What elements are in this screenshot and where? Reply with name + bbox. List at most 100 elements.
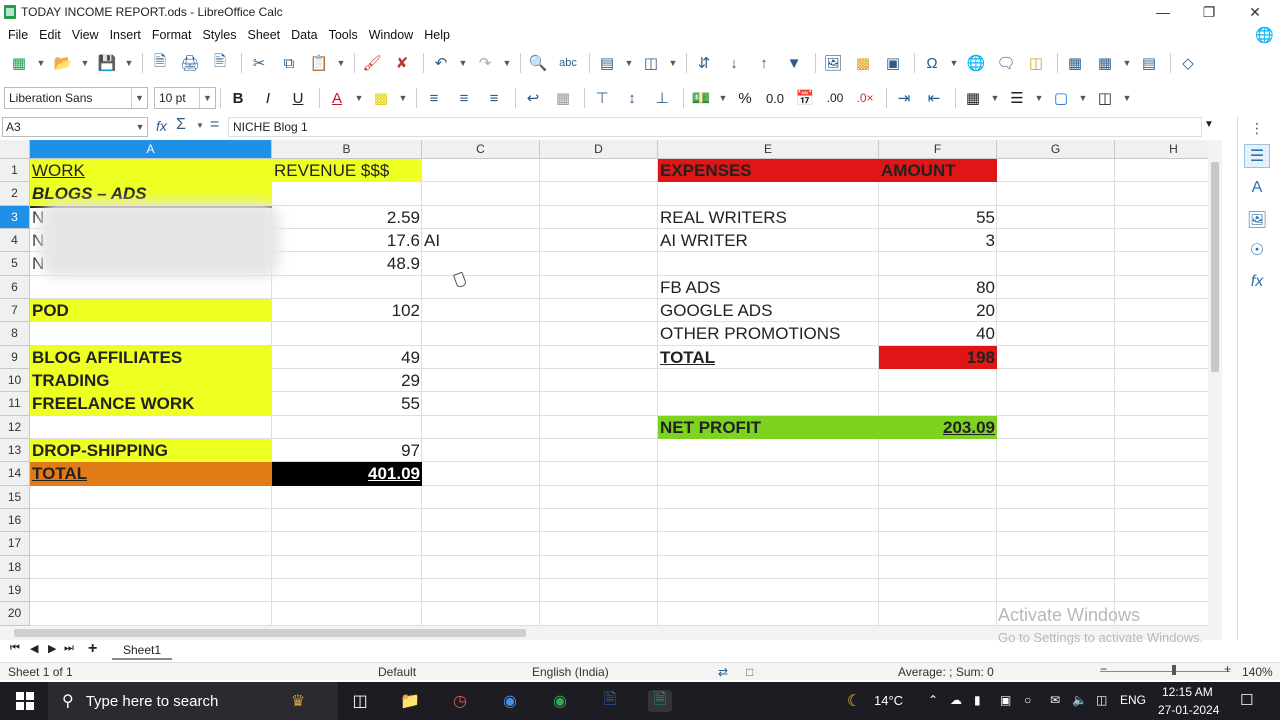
row-header-2[interactable]: 2 xyxy=(0,182,30,206)
conditional-format-dropdown-icon[interactable]: ▼ xyxy=(1122,86,1132,110)
cell-f3[interactable]: 55 xyxy=(879,206,997,229)
row-header-13[interactable]: 13 xyxy=(0,438,30,463)
font-color-dropdown-icon[interactable]: ▼ xyxy=(354,86,364,110)
menu-file[interactable]: File xyxy=(4,28,35,42)
column-icon[interactable]: ◫ xyxy=(638,51,664,75)
horizontal-scroll-thumb[interactable] xyxy=(14,629,526,637)
border-style-dropdown-icon[interactable]: ▼ xyxy=(1034,86,1044,110)
menu-edit[interactable]: Edit xyxy=(35,28,68,42)
cell-e3[interactable]: REAL WRITERS xyxy=(658,206,879,229)
background-color-dropdown-icon[interactable]: ▼ xyxy=(398,86,408,110)
row-header-11[interactable]: 11 xyxy=(0,392,30,416)
cell-b3[interactable]: 2.59 xyxy=(272,206,422,229)
task-view-icon[interactable]: ◫ xyxy=(348,690,372,712)
expand-formula-bar-icon[interactable]: ▼ xyxy=(1204,119,1214,130)
redo-dropdown-icon[interactable]: ▼ xyxy=(502,51,512,75)
chevron-down-icon[interactable]: ▼ xyxy=(131,88,147,108)
split-window-icon[interactable]: ▤ xyxy=(1136,51,1162,75)
row-header-9[interactable]: 9 xyxy=(0,345,30,369)
new-dropdown-icon[interactable]: ▼ xyxy=(36,51,46,75)
clone-formatting-icon[interactable]: 🖌 xyxy=(359,51,385,75)
print-icon[interactable]: 🖨 xyxy=(177,51,203,75)
minimize-button[interactable]: — xyxy=(1140,0,1186,24)
cell-f6[interactable]: 80 xyxy=(879,276,997,299)
pivot-table-icon[interactable]: ▣ xyxy=(880,51,906,75)
conditional-format-icon[interactable]: ◫ xyxy=(1092,86,1118,110)
sum-icon[interactable]: Σ xyxy=(176,116,186,134)
restore-button[interactable]: ❐ xyxy=(1186,0,1232,24)
properties-icon[interactable]: ☰ xyxy=(1244,144,1270,168)
column-header-e[interactable]: E xyxy=(658,140,879,159)
open-dropdown-icon[interactable]: ▼ xyxy=(80,51,90,75)
cell-e7[interactable]: GOOGLE ADS xyxy=(658,299,879,322)
speaker-icon[interactable]: 🔈 xyxy=(1072,693,1087,707)
redo-icon[interactable]: ↷ xyxy=(472,51,498,75)
row-header-6[interactable]: 6 xyxy=(0,275,30,299)
row-header-12[interactable]: 12 xyxy=(0,415,30,439)
language[interactable]: English (India) xyxy=(532,665,609,679)
cell-b7[interactable]: 102 xyxy=(272,299,422,322)
special-character-dropdown-icon[interactable]: ▼ xyxy=(949,51,959,75)
search-highlight-icon[interactable]: ♛ xyxy=(268,690,328,712)
cell-b5[interactable]: 48.9 xyxy=(272,252,422,275)
row-header-4[interactable]: 4 xyxy=(0,228,30,253)
cut-icon[interactable]: ✂ xyxy=(246,51,272,75)
previous-sheet-icon[interactable]: ◀ xyxy=(30,642,38,655)
cell-b11[interactable]: 55 xyxy=(272,392,422,415)
export-pdf-icon[interactable]: 🗎 xyxy=(147,51,173,75)
insert-chart-icon[interactable]: ▩ xyxy=(850,51,876,75)
cell-f12[interactable]: 203.09 xyxy=(879,416,997,439)
column-header-b[interactable]: B xyxy=(272,140,422,159)
menu-tools[interactable]: Tools xyxy=(325,28,365,42)
cell-f7[interactable]: 20 xyxy=(879,299,997,322)
cell-f4[interactable]: 3 xyxy=(879,229,997,252)
language-indicator[interactable]: ENG xyxy=(1120,693,1146,707)
column-dropdown-icon[interactable]: ▼ xyxy=(668,51,678,75)
gallery-icon[interactable]: 🖼 xyxy=(1244,208,1270,232)
menu-view[interactable]: View xyxy=(68,28,106,42)
define-print-area-icon[interactable]: ▦ xyxy=(1062,51,1088,75)
zoom-slider[interactable] xyxy=(1100,671,1230,672)
calc-taskbar-icon[interactable]: 🗎 xyxy=(648,690,672,712)
currency-format-icon[interactable]: 💵 xyxy=(688,86,714,110)
chevron-down-icon[interactable]: ▼ xyxy=(133,118,147,136)
open-icon[interactable]: 📂 xyxy=(50,51,76,75)
sheet-tab-active[interactable]: Sheet1 xyxy=(112,640,172,660)
selection-mode-icon[interactable]: ⇄ xyxy=(718,665,728,679)
menu-format[interactable]: Format xyxy=(148,28,199,42)
zoom-out-icon[interactable]: − xyxy=(1100,662,1107,676)
weather-temperature[interactable]: 14°C xyxy=(874,693,903,708)
chrome-icon[interactable]: ◉ xyxy=(548,690,572,712)
paste-dropdown-icon[interactable]: ▼ xyxy=(336,51,346,75)
bold-icon[interactable]: B xyxy=(225,86,251,110)
new-icon[interactable]: ▦ xyxy=(6,51,32,75)
clock-date[interactable]: 27-01-2024 xyxy=(1158,703,1219,717)
row-header-7[interactable]: 7 xyxy=(0,298,30,323)
cell-a13[interactable]: DROP-SHIPPING xyxy=(30,439,272,462)
globe-icon[interactable]: 🌐 xyxy=(1255,26,1274,44)
insert-image-icon[interactable]: 🖼 xyxy=(820,51,846,75)
save-icon[interactable]: 💾 xyxy=(94,51,120,75)
functions-icon[interactable]: fx xyxy=(1244,270,1270,294)
select-all-corner[interactable] xyxy=(0,140,30,159)
borders-icon[interactable]: ▦ xyxy=(960,86,986,110)
copy-icon[interactable]: ⧉ xyxy=(276,51,302,75)
align-center-icon[interactable]: ≡ xyxy=(451,86,477,110)
decrease-indent-icon[interactable]: ⇤ xyxy=(921,86,947,110)
column-header-d[interactable]: D xyxy=(540,140,658,159)
borders-dropdown-icon[interactable]: ▼ xyxy=(990,86,1000,110)
menu-sheet[interactable]: Sheet xyxy=(243,28,287,42)
cell-a10[interactable]: TRADING xyxy=(30,369,272,392)
undo-dropdown-icon[interactable]: ▼ xyxy=(458,51,468,75)
wrap-text-icon[interactable]: ↩ xyxy=(520,86,546,110)
cell-f8[interactable]: 40 xyxy=(879,322,997,345)
show-hidden-icons-icon[interactable]: ⌃ xyxy=(928,693,938,707)
cell-e8[interactable]: OTHER PROMOTIONS xyxy=(658,322,879,345)
menu-help[interactable]: Help xyxy=(420,28,457,42)
chevron-down-icon[interactable]: ▼ xyxy=(199,88,215,108)
sidebar-menu-icon[interactable]: ⋮ xyxy=(1244,116,1270,140)
cell-b1[interactable]: REVENUE $$$ xyxy=(272,159,422,182)
clock-time[interactable]: 12:15 AM xyxy=(1162,685,1213,699)
row-header-14[interactable]: 14 xyxy=(0,462,30,486)
row-header-15[interactable]: 15 xyxy=(0,485,30,509)
